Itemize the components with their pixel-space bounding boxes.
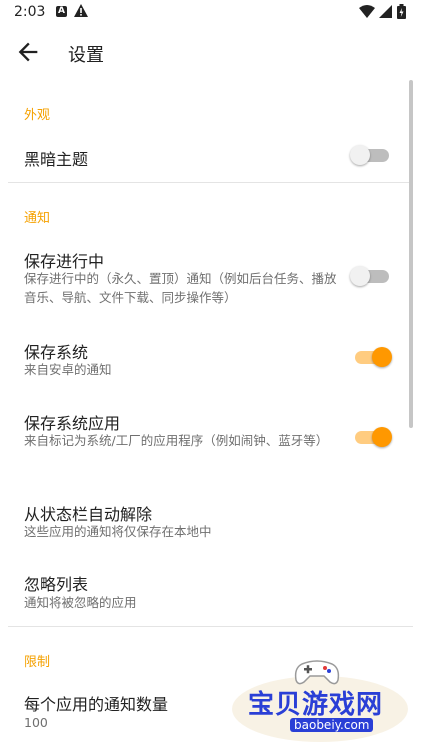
battery-icon — [397, 4, 406, 19]
switch-thumb — [372, 347, 392, 367]
signal-icon — [379, 5, 392, 18]
status-bar: 2:03 A — [0, 0, 421, 26]
pref-save-system-summary: 来自安卓的通知 — [24, 362, 112, 377]
switch-thumb — [350, 145, 370, 165]
pref-ignore-list-title: 忽略列表 — [24, 575, 89, 594]
pref-auto-dismiss-summary: 这些应用的通知将仅保存在本地中 — [24, 524, 212, 539]
pref-ignore-list[interactable]: 忽略列表 通知将被忽略的应用 — [0, 564, 404, 620]
pref-notifications-per-app-title: 每个应用的通知数量 — [24, 695, 169, 714]
pref-save-ongoing[interactable]: 保存进行中 保存进行中的（永久、置顶）通知（例如后台任务、播放音乐、导航、文件下… — [0, 240, 404, 310]
save-system-apps-switch[interactable] — [350, 424, 394, 450]
wifi-icon — [359, 5, 375, 18]
status-time: 2:03 — [14, 4, 46, 20]
pref-ignore-list-summary: 通知将被忽略的应用 — [24, 595, 137, 610]
pref-save-system[interactable]: 保存系统 来自安卓的通知 — [0, 330, 404, 380]
switch-thumb — [350, 266, 370, 286]
back-arrow-icon[interactable] — [14, 38, 42, 66]
pref-dark-theme-title: 黑暗主题 — [24, 150, 89, 169]
section-header-limits: 限制 — [24, 655, 51, 670]
save-system-switch[interactable] — [350, 344, 394, 370]
dark-theme-switch[interactable] — [350, 142, 394, 168]
pref-auto-dismiss[interactable]: 从状态栏自动解除 这些应用的通知将仅保存在本地中 — [0, 492, 404, 548]
watermark-url: baobeiy.com — [290, 718, 374, 732]
pref-dark-theme[interactable]: 黑暗主题 — [0, 134, 404, 180]
save-ongoing-switch[interactable] — [350, 263, 394, 289]
pref-save-system-apps[interactable]: 保存系统应用 来自标记为系统/工厂的应用程序（例如闹钟、蓝牙等） — [0, 400, 404, 472]
notification-app-icon: A — [56, 6, 67, 17]
divider — [8, 626, 413, 627]
page-title: 设置 — [68, 45, 104, 66]
scrollbar[interactable] — [409, 80, 413, 428]
pref-save-system-apps-summary: 来自标记为系统/工厂的应用程序（例如闹钟、蓝牙等） — [24, 433, 329, 448]
gamepad-icon — [294, 660, 340, 685]
divider — [8, 182, 413, 183]
notification-app-letter: A — [58, 6, 65, 16]
app-bar: 设置 — [0, 26, 421, 80]
section-header-notifications: 通知 — [24, 211, 51, 226]
section-header-appearance: 外观 — [24, 108, 51, 123]
warning-icon — [74, 4, 88, 17]
switch-thumb — [372, 427, 392, 447]
pref-save-ongoing-summary: 保存进行中的（永久、置顶）通知（例如后台任务、播放音乐、导航、文件下载、同步操作… — [24, 271, 337, 305]
watermark-text: 宝贝游戏网 — [248, 690, 384, 720]
watermark-logo: 宝贝游戏网 baobeiy.com — [232, 654, 408, 748]
